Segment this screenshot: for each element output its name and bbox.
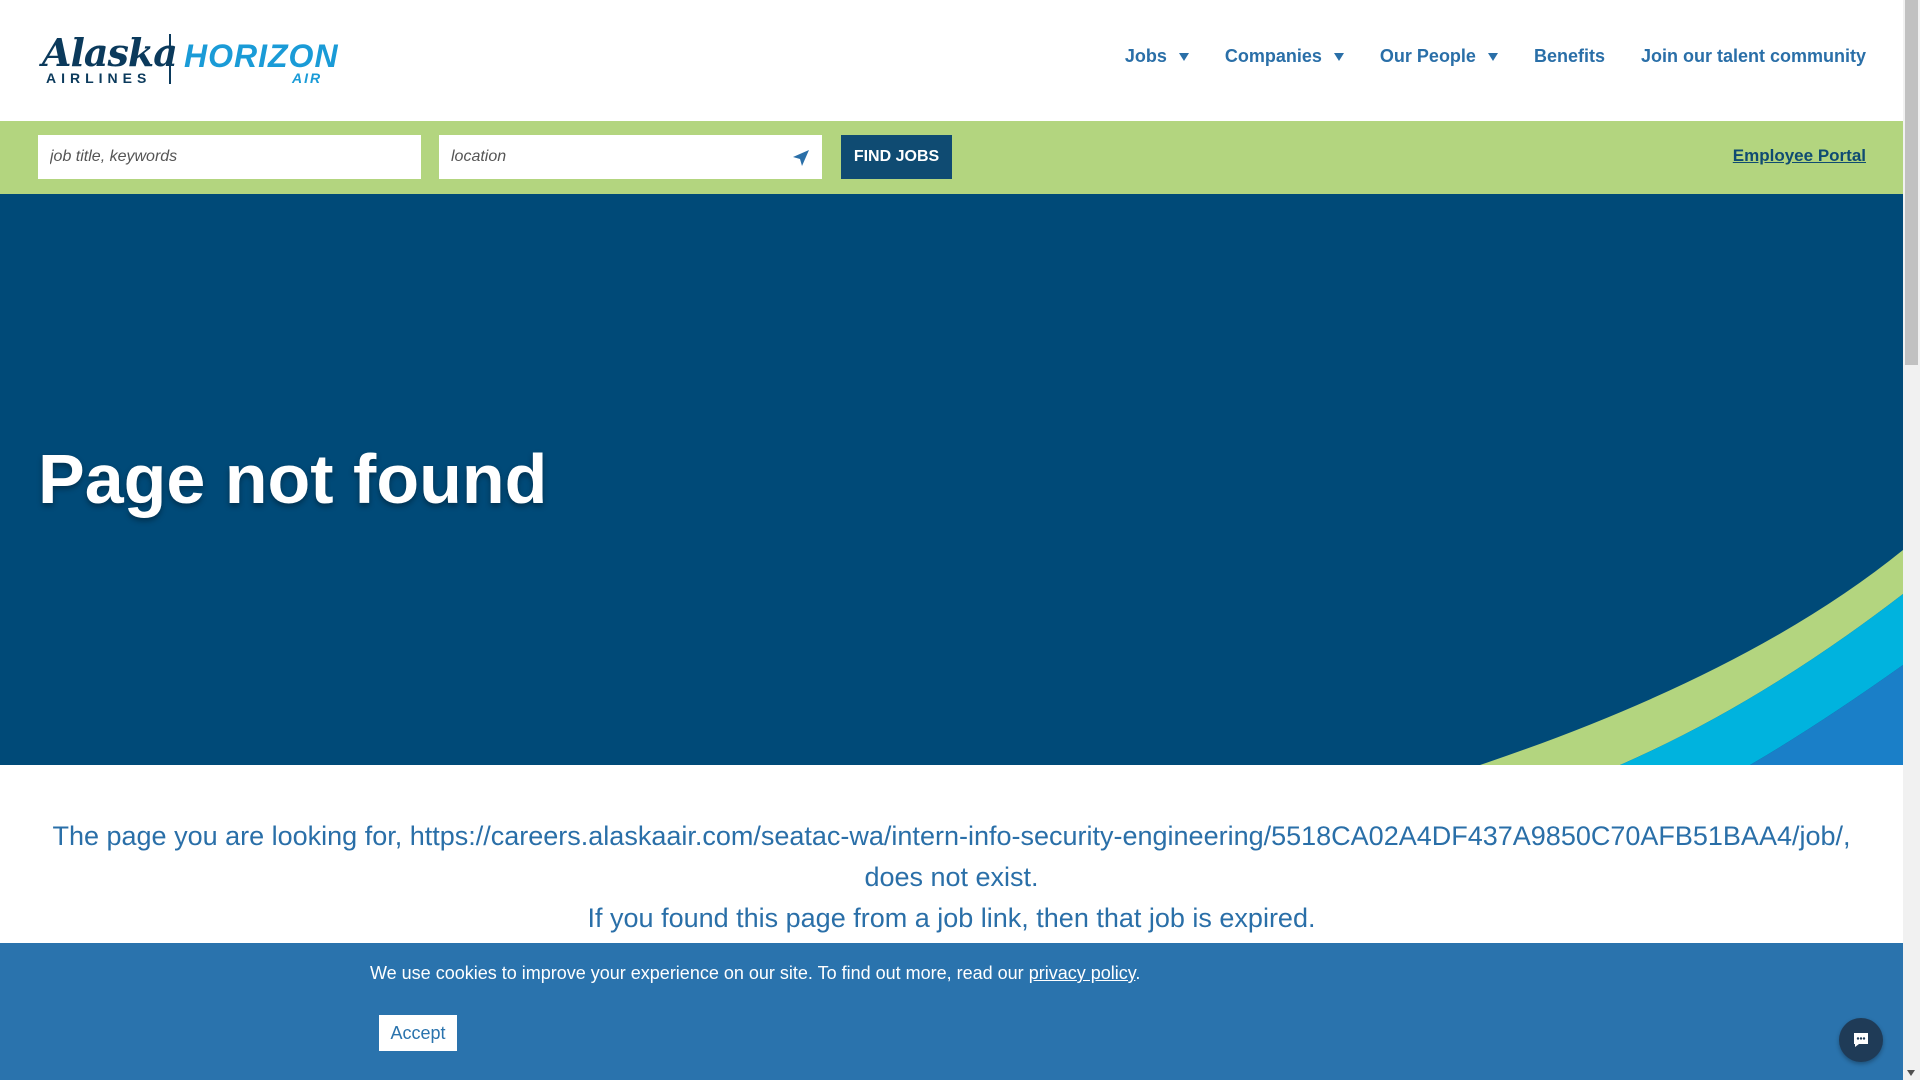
alaska-logo: Alaska AIRLINES: [36, 30, 178, 90]
page-title: Page not found: [38, 440, 548, 518]
chat-button[interactable]: [1839, 1018, 1883, 1062]
keyword-input[interactable]: [38, 135, 421, 179]
site-header: Alaska AIRLINES HORIZON AIR Jobs Compani…: [0, 0, 1903, 121]
scrollbar-thumb[interactable]: [1905, 0, 1918, 365]
error-line-expired: If you found this page from a job link, …: [587, 903, 1316, 933]
error-line-not-exist: does not exist.: [864, 862, 1039, 892]
nav-talent-label: Join our talent community: [1640, 46, 1866, 66]
chat-icon: [1854, 1033, 1868, 1047]
nav-jobs[interactable]: Jobs: [1125, 46, 1189, 67]
search-bar: FIND JOBS: [0, 121, 1903, 194]
error-line-url: The page you are looking for, https://ca…: [52, 821, 1851, 851]
nav-benefits[interactable]: Benefits: [1534, 46, 1605, 67]
nav-companies-label: Companies: [1224, 46, 1322, 66]
find-jobs-button[interactable]: FIND JOBS: [841, 135, 952, 179]
accept-cookies-button[interactable]: Accept: [379, 1015, 457, 1051]
cookie-period: .: [1135, 963, 1141, 983]
logo-divider: [169, 34, 171, 84]
caret-down-icon: [1178, 52, 1189, 61]
privacy-policy-link[interactable]: privacy policy: [1029, 963, 1136, 983]
nav-our-people[interactable]: Our People: [1380, 46, 1498, 67]
page-scrollbar[interactable]: [1903, 0, 1920, 1080]
nav-benefits-label: Benefits: [1533, 46, 1605, 66]
scroll-down-arrow-icon[interactable]: [1907, 1070, 1915, 1076]
nav-jobs-label: Jobs: [1124, 46, 1167, 66]
alaska-horizon-logo[interactable]: Alaska AIRLINES HORIZON AIR: [36, 30, 356, 90]
error-message: The page you are looking for, https://ca…: [0, 765, 1903, 939]
nav-our-people-label: Our People: [1379, 46, 1476, 66]
alaska-wordmark: Alaska: [42, 30, 178, 75]
main-nav: Jobs Companies Our People Benefits Join …: [1089, 46, 1866, 67]
page: Alaska AIRLINES HORIZON AIR Jobs Compani…: [0, 0, 1903, 1080]
cookie-text: We use cookies to improve your experienc…: [370, 963, 1029, 983]
nav-talent-community[interactable]: Join our talent community: [1641, 46, 1866, 67]
employee-portal-link[interactable]: Employee Portal: [1733, 146, 1866, 166]
location-arrow-icon[interactable]: [792, 149, 810, 167]
caret-down-icon: [1487, 52, 1498, 61]
caret-down-icon: [1333, 52, 1344, 61]
cookie-banner: We use cookies to improve your experienc…: [0, 943, 1903, 1080]
cookie-message: We use cookies to improve your experienc…: [370, 963, 1140, 984]
location-input[interactable]: [439, 135, 822, 179]
airlines-wordmark: AIRLINES: [46, 70, 152, 86]
hero-banner: Page not found: [0, 194, 1903, 765]
air-wordmark: AIR: [292, 70, 323, 86]
nav-companies[interactable]: Companies: [1225, 46, 1344, 67]
